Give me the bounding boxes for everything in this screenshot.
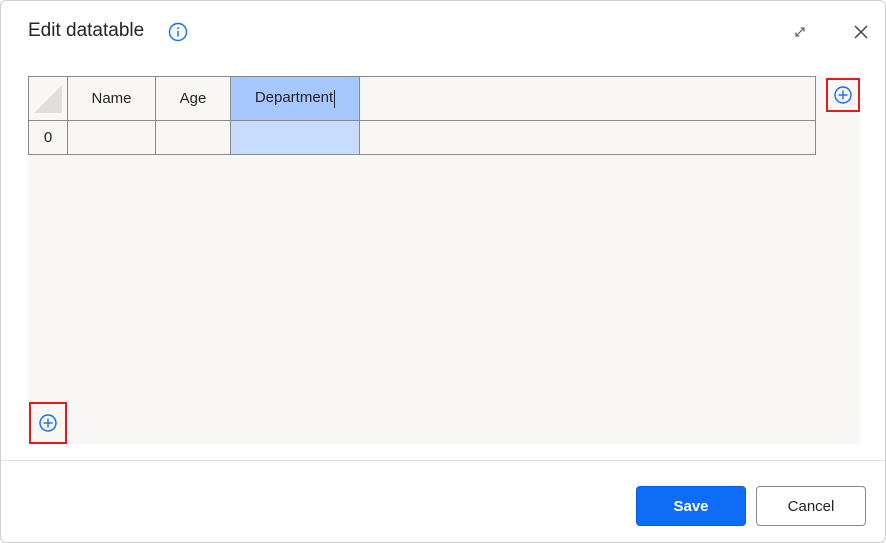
edit-datatable-dialog: Edit datatable Name Age Department 0 Sav… [0, 0, 886, 543]
add-row-button[interactable] [29, 402, 67, 444]
column-header-department[interactable]: Department [230, 76, 360, 121]
column-header-name[interactable]: Name [67, 76, 156, 121]
corner-triangle-icon [34, 85, 62, 113]
row-filler [359, 120, 816, 155]
text-caret [334, 89, 336, 108]
add-circle-icon [39, 414, 57, 432]
column-header-age[interactable]: Age [155, 76, 231, 121]
cell-name[interactable] [67, 120, 156, 155]
cell-age[interactable] [155, 120, 231, 155]
close-icon[interactable] [852, 23, 870, 41]
select-all-corner[interactable] [28, 76, 68, 121]
header-filler [359, 76, 816, 121]
column-header-department-text: Department [254, 89, 334, 107]
dialog-title: Edit datatable [28, 20, 145, 41]
datatable-grid: Name Age Department 0 [28, 76, 816, 155]
cell-department[interactable] [230, 120, 360, 155]
add-circle-icon [834, 86, 852, 104]
add-column-button[interactable] [826, 78, 860, 112]
header-row: Name Age Department [28, 76, 816, 121]
row-index[interactable]: 0 [28, 120, 68, 155]
info-icon[interactable] [168, 22, 188, 42]
expand-icon[interactable] [792, 24, 808, 40]
save-button[interactable]: Save [636, 486, 746, 526]
table-row: 0 [28, 120, 816, 155]
cancel-button[interactable]: Cancel [756, 486, 866, 526]
footer-divider [1, 460, 885, 461]
